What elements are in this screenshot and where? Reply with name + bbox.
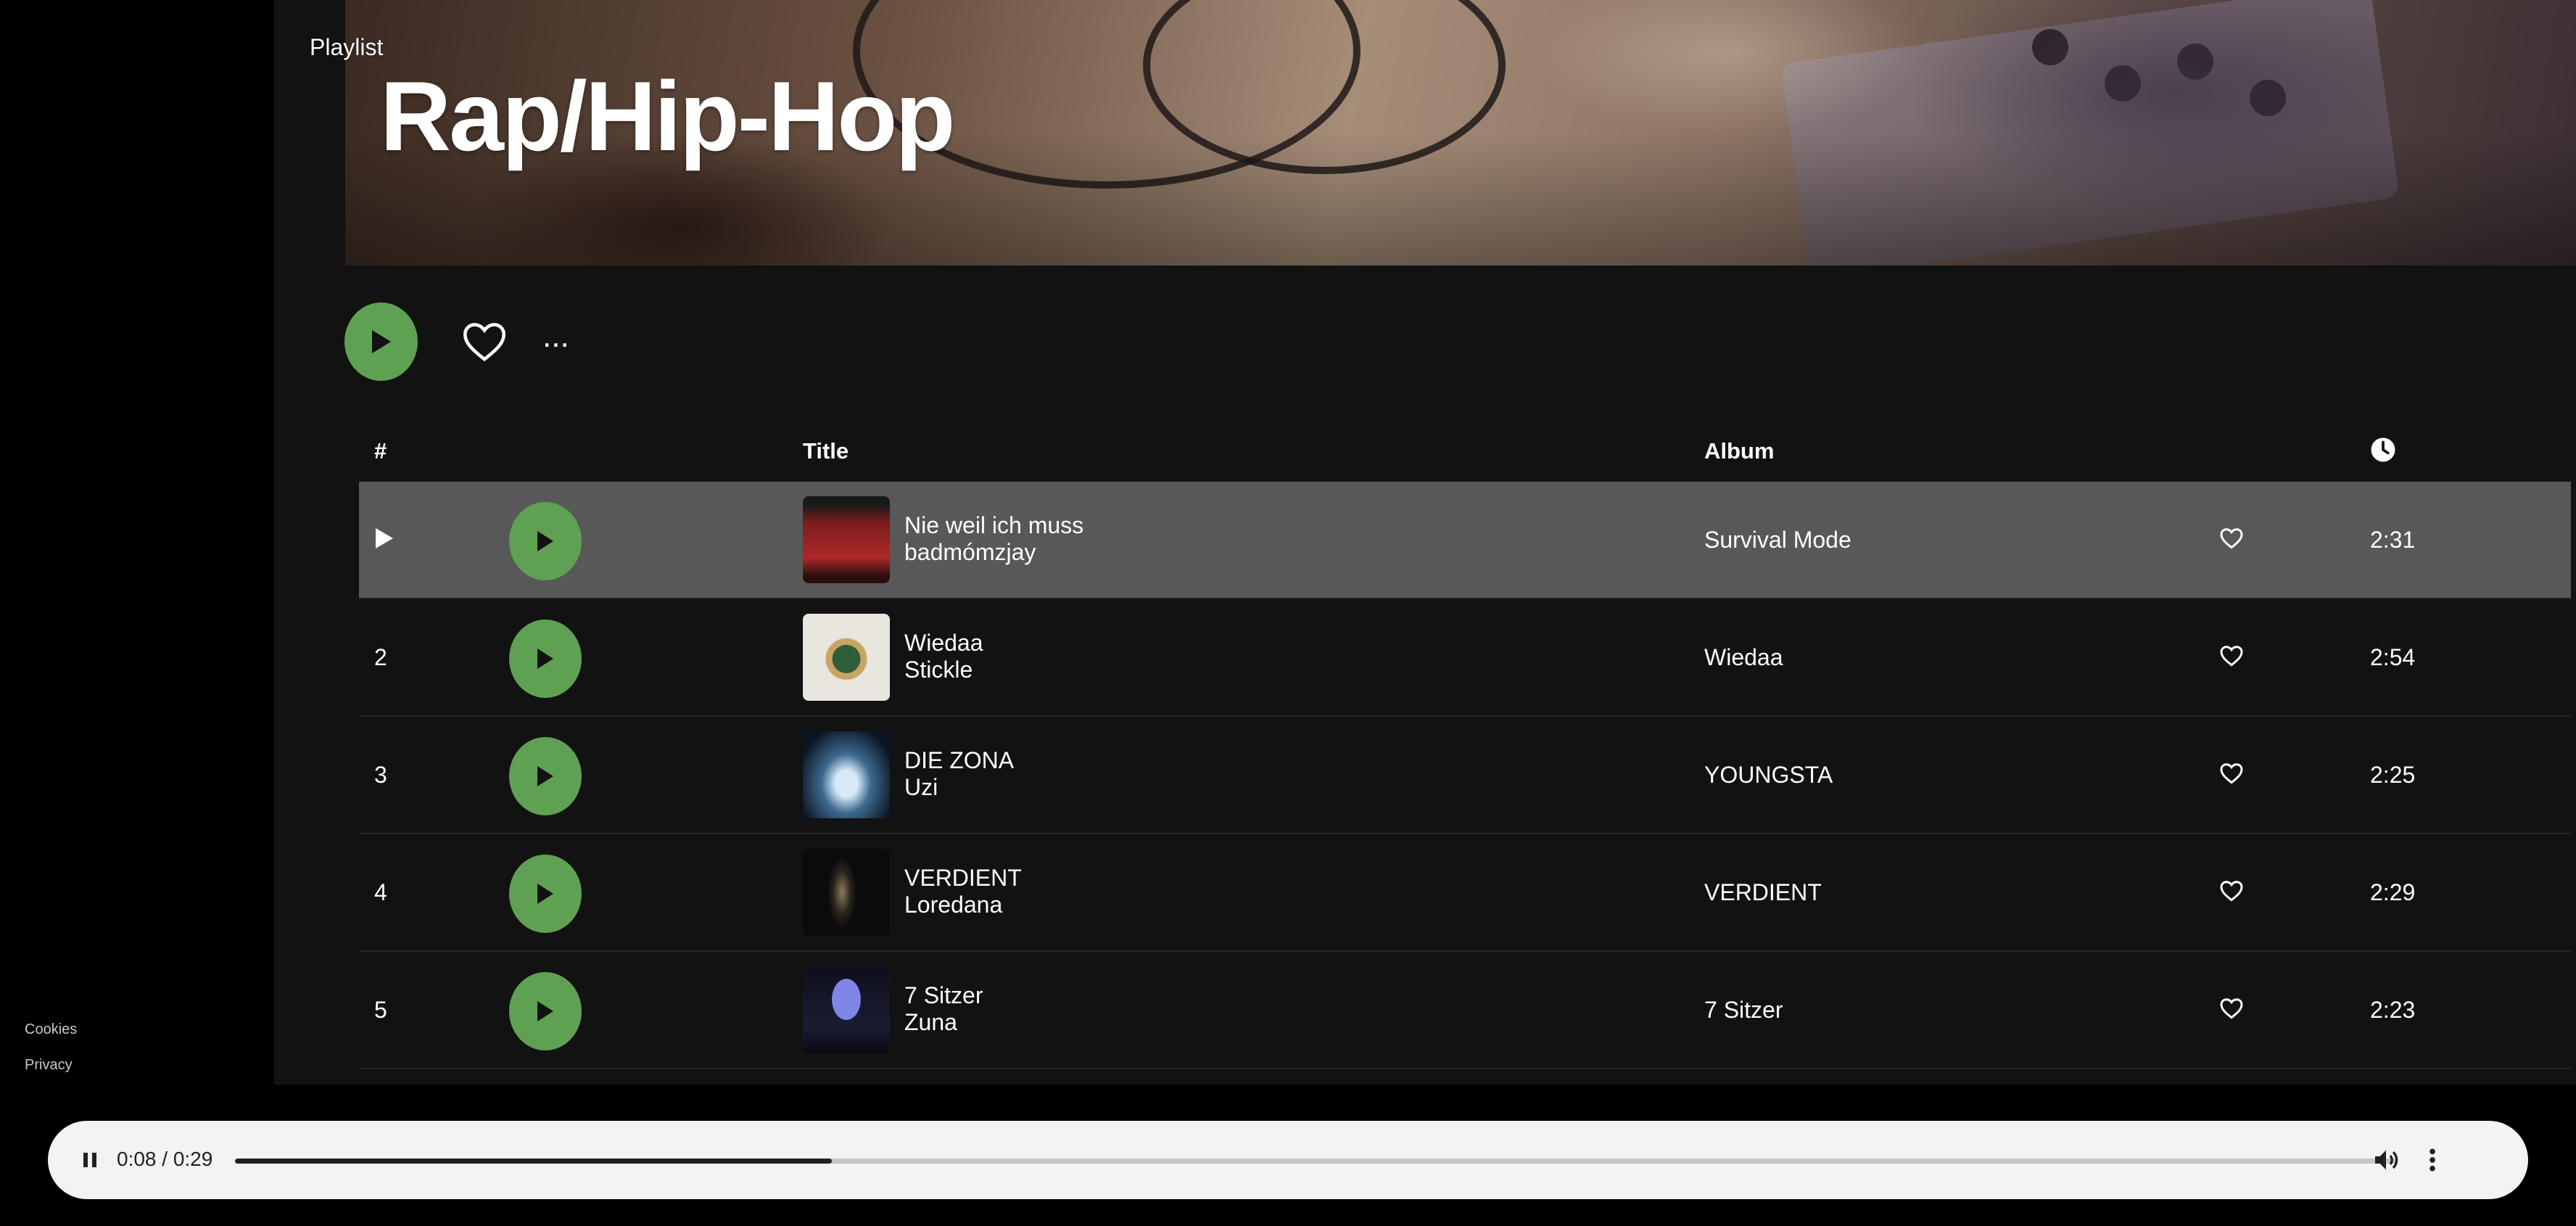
track-duration: 2:23 [2370,997,2416,1023]
heart-icon [463,323,506,362]
track-artist: Uzi [904,774,938,800]
playback-time: 0:08 / 0:29 [117,1148,213,1170]
more-options-button[interactable]: ... [542,321,569,363]
play-icon[interactable] [374,527,395,550]
table-row[interactable]: 4 VERDIENT Loredana VERDIENT 2:29 [359,834,2571,952]
track-duration: 2:31 [2370,527,2416,553]
play-track-button[interactable] [509,620,582,698]
progress-slider[interactable] [235,1159,2398,1164]
table-row[interactable]: 5 7 Sitzer Zuna 7 Sitzer 2:23 [359,952,2571,1069]
track-title: Wiedaa [904,630,983,656]
album-cover [803,731,890,818]
cookies-link[interactable]: Cookies [25,1021,77,1038]
header-album: Album [1704,438,1775,464]
track-album: 7 Sitzer [1704,997,1783,1023]
track-info: Wiedaa Stickle [904,630,983,683]
more-vertical-icon[interactable] [2424,1145,2441,1174]
track-duration: 2:54 [2370,644,2416,670]
track-artist: Stickle [904,657,973,683]
track-album: YOUNGSTA [1704,762,1833,788]
track-number: 3 [374,762,387,788]
heart-icon [2220,646,2243,667]
track-album: VERDIENT [1704,879,1822,905]
playlist-type-label: Playlist [310,34,384,60]
play-icon [371,330,391,353]
track-album: Wiedaa [1704,644,1783,670]
play-icon [537,1001,553,1021]
play-track-button[interactable] [509,737,582,815]
like-track-button[interactable] [2217,876,2246,905]
heart-icon [2220,763,2243,784]
tracklist-header: # Title Album [359,435,2571,470]
like-track-button[interactable] [2217,524,2246,553]
heart-icon [2220,881,2243,902]
track-number: 4 [374,879,387,905]
track-info: Nie weil ich muss badmómzjay [904,512,1083,566]
play-track-button[interactable] [509,502,582,580]
sidebar-footer-links: Cookies Privacy [25,1021,77,1074]
playlist-title: Rap/Hip-Hop [380,61,955,171]
track-title: VERDIENT [904,865,1022,891]
audio-player: 0:08 / 0:29 [48,1121,2528,1199]
track-info: DIE ZONA Uzi [904,747,1014,801]
track-artist: badmómzjay [904,539,1036,565]
like-track-button[interactable] [2217,641,2246,670]
track-info: 7 Sitzer Zuna [904,982,983,1036]
heart-icon [2220,528,2243,549]
sidebar: Cookies Privacy [0,0,274,1085]
playlist-actions: ... [344,303,569,381]
privacy-link[interactable]: Privacy [25,1057,77,1074]
album-cover [803,966,890,1053]
table-row[interactable]: 2 Wiedaa Stickle Wiedaa 2:54 [359,599,2571,717]
clock-icon [2370,437,2396,469]
progress-fill [235,1159,833,1164]
track-duration: 2:29 [2370,879,2416,905]
like-track-button[interactable] [2217,759,2246,788]
track-artist: Loredana [904,892,1003,918]
like-track-button[interactable] [2217,994,2246,1023]
track-title: 7 Sitzer [904,982,983,1008]
play-playlist-button[interactable] [344,303,418,381]
table-row[interactable]: Nie weil ich muss badmómzjay Survival Mod… [359,482,2571,599]
track-album: Survival Mode [1704,527,1852,553]
play-icon [537,766,553,786]
album-cover [803,849,890,936]
play-icon [537,884,553,904]
track-title: DIE ZONA [904,747,1015,773]
play-icon [537,649,553,669]
tracklist: Nie weil ich muss badmómzjay Survival Mod… [359,482,2571,1069]
play-icon [537,531,553,551]
track-number: 2 [374,644,387,670]
table-row[interactable]: 3 DIE ZONA Uzi YOUNGSTA 2:25 [359,717,2571,834]
track-title: Nie weil ich muss [904,512,1084,538]
album-cover [803,496,890,583]
header-number: # [374,438,387,464]
track-info: VERDIENT Loredana [904,865,1022,918]
play-track-button[interactable] [509,972,582,1050]
volume-icon[interactable] [2371,1145,2400,1174]
album-cover [803,614,890,701]
heart-icon [2220,998,2243,1019]
track-number: 5 [374,997,387,1023]
like-playlist-button[interactable] [459,316,510,367]
pause-icon[interactable] [77,1147,103,1173]
track-duration: 2:25 [2370,762,2416,788]
play-track-button[interactable] [509,855,582,933]
header-title: Title [803,438,849,464]
track-artist: Zuna [904,1009,957,1035]
